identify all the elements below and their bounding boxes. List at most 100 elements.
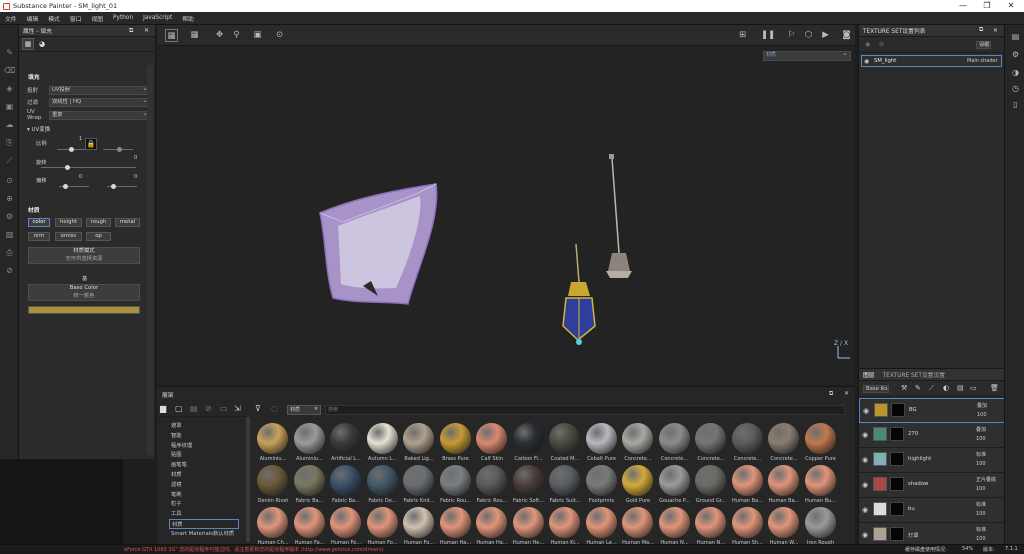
- close-panel-icon[interactable]: ✕: [993, 28, 998, 34]
- material-thumbnail[interactable]: [768, 507, 799, 538]
- material-thumbnail[interactable]: [804, 465, 836, 496]
- hide-icon[interactable]: ⊘: [205, 404, 212, 413]
- import-icon[interactable]: ⇲: [234, 404, 241, 413]
- filter-tag[interactable]: 材质 ✕: [287, 405, 321, 415]
- undock-icon[interactable]: ⧉: [129, 27, 133, 35]
- material-thumbnail[interactable]: [512, 465, 544, 496]
- menu-file[interactable]: 文件: [0, 14, 22, 23]
- channel-op-button[interactable]: op: [86, 232, 111, 241]
- menu-mode[interactable]: 模式: [43, 14, 65, 23]
- material-thumbnail[interactable]: [585, 465, 617, 496]
- material-mode-button[interactable]: 材质模式 无可供选择资源: [28, 247, 140, 264]
- layer-row[interactable]: ◉ BG 叠加 100: [859, 398, 1005, 423]
- layer-opacity[interactable]: 100: [977, 412, 987, 418]
- video-camera-icon[interactable]: ▶: [819, 29, 832, 42]
- layer-visibility-icon[interactable]: ◉: [862, 431, 870, 439]
- history-icon[interactable]: ⊘: [4, 265, 15, 276]
- material-thumbnail[interactable]: [549, 507, 580, 538]
- add-mask-icon[interactable]: ◐: [943, 384, 949, 392]
- axis-transform-icon[interactable]: ✥: [213, 29, 226, 42]
- shelf-category-item[interactable]: 工具: [171, 509, 182, 517]
- base-color-button[interactable]: Base Color 统一颜色: [28, 284, 140, 301]
- properties-icon[interactable]: ⚙: [1010, 49, 1021, 60]
- browse-icon[interactable]: ▤: [190, 404, 198, 413]
- shelf-search-input[interactable]: [325, 405, 845, 415]
- shelf-category-item[interactable]: 材质: [171, 470, 182, 478]
- material-thumbnail[interactable]: [476, 465, 507, 496]
- material-thumbnail[interactable]: [257, 423, 288, 454]
- menu-window[interactable]: 窗口: [65, 14, 87, 23]
- scale-slider[interactable]: [57, 147, 87, 152]
- material-thumbnail[interactable]: [366, 465, 398, 496]
- screenshot-camera-icon[interactable]: ◙: [840, 29, 853, 42]
- material-thumbnail[interactable]: [768, 423, 799, 454]
- close-panel-icon[interactable]: ✕: [844, 390, 849, 397]
- material-thumbnail[interactable]: [366, 423, 398, 454]
- undock-icon[interactable]: ⧉: [979, 27, 983, 34]
- scale-slider-y[interactable]: [103, 147, 133, 152]
- menu-python[interactable]: Python: [108, 15, 138, 21]
- material-thumbnail[interactable]: [731, 423, 763, 454]
- menu-edit[interactable]: 编辑: [22, 14, 44, 23]
- layer-channel-dropdown[interactable]: Base Co: [863, 385, 889, 393]
- geometry-icon[interactable]: ⊙: [4, 175, 15, 186]
- uvwrap-dropdown[interactable]: 重复: [49, 110, 151, 120]
- material-thumbnail[interactable]: [439, 507, 471, 538]
- channel-metal-button[interactable]: metal: [115, 218, 140, 227]
- sort-icon[interactable]: ◌: [271, 404, 278, 413]
- layer-visibility-icon[interactable]: ◉: [862, 531, 870, 539]
- material-thumbnail[interactable]: [658, 465, 690, 496]
- material-thumbnail[interactable]: [330, 507, 361, 538]
- tab-fill-icon[interactable]: ▦: [22, 38, 34, 50]
- shelf-category-item[interactable]: 粒子: [171, 499, 182, 507]
- view-flag-icon[interactable]: ⚐: [785, 29, 798, 42]
- bake-icon[interactable]: ⊕: [4, 193, 15, 204]
- material-thumbnail[interactable]: [439, 423, 471, 454]
- offset-x-slider[interactable]: [59, 184, 89, 189]
- material-thumbnail[interactable]: [695, 507, 726, 538]
- close-panel-icon[interactable]: ✕: [144, 27, 149, 34]
- projection-icon[interactable]: ◈: [4, 83, 15, 94]
- material-thumbnail[interactable]: [768, 465, 799, 496]
- shelf-category-item[interactable]: Smart Materials默认材质: [171, 529, 234, 537]
- paint-brush-icon[interactable]: ✎: [4, 47, 15, 58]
- material-thumbnail[interactable]: [512, 423, 544, 454]
- properties-scrollbar[interactable]: [147, 65, 153, 455]
- offset-y-slider[interactable]: [107, 184, 137, 189]
- shader-icon[interactable]: ◑: [1010, 67, 1021, 78]
- rotation-slider[interactable]: [41, 165, 136, 170]
- material-thumbnail[interactable]: [330, 423, 361, 454]
- layer-visibility-icon[interactable]: ◉: [862, 506, 870, 514]
- viewport-mode-icon[interactable]: ⊞: [736, 29, 749, 42]
- category-scrollbar[interactable]: [246, 417, 250, 542]
- smudge-icon[interactable]: ☁: [4, 119, 15, 130]
- filtering-dropdown[interactable]: 双线性 | HQ: [49, 97, 151, 107]
- tab-material-icon[interactable]: ◕: [36, 38, 48, 50]
- material-thumbnail[interactable]: [439, 465, 471, 496]
- reset-camera-icon[interactable]: ⊙: [273, 29, 286, 42]
- menu-view[interactable]: 视图: [86, 14, 108, 23]
- channel-rough-button[interactable]: rough: [86, 218, 111, 227]
- layer-opacity[interactable]: 100: [976, 486, 986, 492]
- mapping-dropdown[interactable]: UV投射: [49, 85, 151, 95]
- material-thumbnail[interactable]: [731, 507, 763, 538]
- shelf-category-item[interactable]: 遮罩: [171, 421, 182, 429]
- scale-slider-y-knob[interactable]: [117, 147, 122, 152]
- settings-icon[interactable]: ⚙: [4, 211, 15, 222]
- lock-icon[interactable]: 🔒: [85, 138, 97, 150]
- link-icon[interactable]: ▭: [220, 404, 228, 413]
- add-folder-icon[interactable]: ▭: [970, 384, 977, 392]
- material-thumbnail[interactable]: [293, 465, 325, 496]
- delete-layer-icon[interactable]: 🗑: [990, 384, 999, 392]
- close-window-button[interactable]: ✕: [1000, 0, 1022, 12]
- menu-javascript[interactable]: JavaScript: [138, 15, 177, 21]
- grid-view-icon[interactable]: ▦: [165, 29, 178, 42]
- history-clock-icon[interactable]: ◷: [1010, 83, 1021, 94]
- pause-icon[interactable]: ❚❚: [761, 29, 775, 42]
- material-thumbnail[interactable]: [476, 507, 507, 538]
- shelf-category-item[interactable]: 材质: [169, 519, 239, 529]
- material-thumbnail[interactable]: [695, 423, 726, 454]
- material-thumbnail[interactable]: [585, 423, 617, 454]
- folder-icon[interactable]: ▆: [160, 404, 166, 413]
- layer-row[interactable]: ◉ 270 叠加 100: [859, 423, 1005, 448]
